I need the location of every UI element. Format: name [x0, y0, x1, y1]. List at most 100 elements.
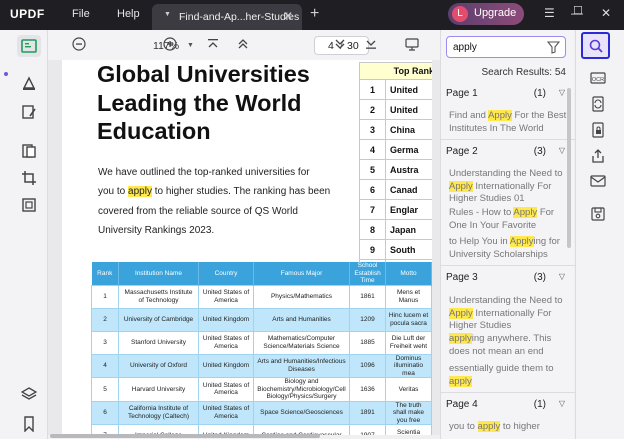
horizontal-scrollbar[interactable] [50, 434, 320, 438]
share-icon[interactable] [590, 148, 606, 164]
table-cell: 1 [91, 284, 119, 309]
table-cell: California Institute of Technology (Calt… [118, 400, 199, 425]
search-highlight: apply [128, 186, 152, 197]
pdf-page: Global Universities Leading the World Ed… [62, 60, 432, 435]
tab-dropdown-icon[interactable]: ▼ [164, 11, 171, 18]
body-line-4: University Rankings 2023. [98, 225, 215, 236]
rank-number: 5 [359, 159, 386, 180]
ocr-icon[interactable]: OCR [590, 70, 606, 86]
convert-icon[interactable] [590, 96, 606, 112]
table-row: 6 California Institute of Technology (Cal… [91, 400, 432, 425]
table-cell: Biology and Biochemistry/Microbiology/Ce… [253, 377, 350, 402]
logo-text: UPDF [10, 7, 45, 21]
table-row: 6 Canad [359, 179, 432, 200]
menu-help[interactable]: Help [117, 8, 140, 20]
right-toolbar: OCR [575, 30, 624, 439]
table-row: 4 University of Oxford United Kingdom Arts … [91, 353, 432, 378]
search-result[interactable]: to Help You in Applying for University S… [449, 236, 567, 261]
column-header: Institution Name [118, 262, 199, 285]
table-cell: Die Luft der Freiheit weht [385, 330, 432, 355]
crop-icon[interactable] [21, 170, 37, 186]
svg-text:OCR: OCR [592, 77, 604, 83]
table-cell: 1861 [349, 284, 386, 309]
left-toolbar [0, 30, 48, 439]
window-menu-icon[interactable]: ☰ [544, 6, 555, 20]
chevron-down-icon[interactable]: ▽ [559, 272, 565, 281]
save-icon[interactable] [590, 206, 606, 222]
chevron-down-icon[interactable]: ▽ [559, 88, 565, 97]
body-text: to higher studies. The ranking has been [151, 186, 331, 197]
search-result[interactable]: Find and Apply For the Best Institutes I… [449, 110, 567, 135]
avatar[interactable]: L [452, 6, 468, 22]
rank-country: Austra [385, 159, 432, 180]
table-cell: United Kingdom [198, 353, 254, 378]
column-header: Motto [385, 262, 432, 285]
presentation-icon[interactable] [405, 37, 419, 51]
search-result[interactable]: Rules - How to Apply For One In Your Fav… [449, 207, 567, 232]
rank-number: 8 [359, 219, 386, 240]
previous-page-icon[interactable] [236, 37, 250, 51]
table-cell: United States of America [198, 400, 254, 425]
vertical-scrollbar[interactable] [567, 88, 571, 248]
table-cell: University of Oxford [118, 353, 199, 378]
zoom-out-icon[interactable] [72, 37, 86, 51]
result-highlight: Apply [449, 307, 473, 319]
rank-number: 6 [359, 179, 386, 200]
divider [441, 265, 575, 266]
zoom-in-icon[interactable] [163, 37, 177, 51]
next-page-icon[interactable] [333, 37, 347, 51]
search-result[interactable]: you to apply to higher studies. The rank… [449, 421, 567, 433]
document-tab[interactable]: ▼ Find-and-Ap...her-Studies ✕ [152, 4, 302, 30]
table-cell: Massachusetts Institute of Technology [118, 284, 199, 309]
tab-close-icon[interactable]: ✕ [283, 9, 293, 23]
filter-icon[interactable] [546, 41, 561, 54]
search-result[interactable]: applying anywhere. This does not mean an… [449, 333, 567, 358]
table-row: 7 Englar [359, 199, 432, 220]
bookmark-icon[interactable] [21, 416, 37, 432]
rank-number: 9 [359, 239, 386, 260]
search-result[interactable]: essentially guide them to apply [449, 363, 567, 388]
table-cell: Hinc lucem et pocula sacra [385, 307, 432, 332]
email-icon[interactable] [590, 173, 606, 189]
search-result[interactable]: Understanding the Need to Apply Internat… [449, 168, 567, 206]
comment-icon[interactable] [21, 75, 37, 91]
first-page-icon[interactable] [206, 37, 220, 51]
result-text: Understanding the Need to [449, 295, 563, 306]
table-cell: 1885 [349, 330, 386, 355]
table-cell: Veritas [385, 377, 432, 402]
reader-icon[interactable] [21, 38, 37, 54]
body-line-1: We have outlined the top-ranked universi… [98, 167, 310, 178]
search-button[interactable] [581, 32, 610, 59]
table-cell: 1209 [349, 307, 386, 332]
result-text: Rules - How to [449, 207, 514, 218]
layers-icon[interactable] [21, 386, 37, 402]
last-page-icon[interactable] [364, 37, 378, 51]
search-result[interactable]: Understanding the Need to Apply Internat… [449, 295, 567, 333]
document-view[interactable]: Global Universities Leading the World Ed… [48, 60, 440, 435]
result-highlight: apply [477, 421, 501, 432]
maximize-icon[interactable]: ☐ [573, 4, 583, 17]
table-cell: Mens et Manus [385, 284, 432, 309]
result-text: Understanding the Need to [449, 168, 563, 179]
edit-text-icon[interactable] [21, 104, 37, 120]
organize-pages-icon[interactable] [21, 143, 37, 159]
search-input[interactable]: apply [446, 36, 566, 58]
search-results-count: Search Results: 54 [481, 67, 567, 78]
group-title: Page 2 [446, 146, 478, 157]
close-window-icon[interactable]: ✕ [601, 6, 611, 20]
table-row: 3 China [359, 119, 432, 140]
new-tab-icon[interactable]: + [310, 5, 319, 23]
protect-icon[interactable] [590, 122, 606, 138]
menu-file[interactable]: File [72, 8, 90, 20]
group-title: Page 3 [446, 272, 478, 283]
zoom-dropdown-icon[interactable]: ▼ [187, 42, 194, 49]
table-cell: 5 [91, 377, 119, 402]
chevron-down-icon[interactable]: ▽ [559, 146, 565, 155]
table-row: 1 United [359, 79, 432, 100]
upgrade-button[interactable]: L Upgrade [448, 3, 524, 25]
pages-icon[interactable] [21, 197, 37, 213]
table-cell: Arts and Humanities/Infectious Diseases [253, 353, 350, 378]
table-row: 3 Stanford University United States of Ame… [91, 330, 432, 355]
search-query[interactable]: apply [453, 42, 477, 53]
chevron-down-icon[interactable]: ▽ [559, 399, 565, 408]
